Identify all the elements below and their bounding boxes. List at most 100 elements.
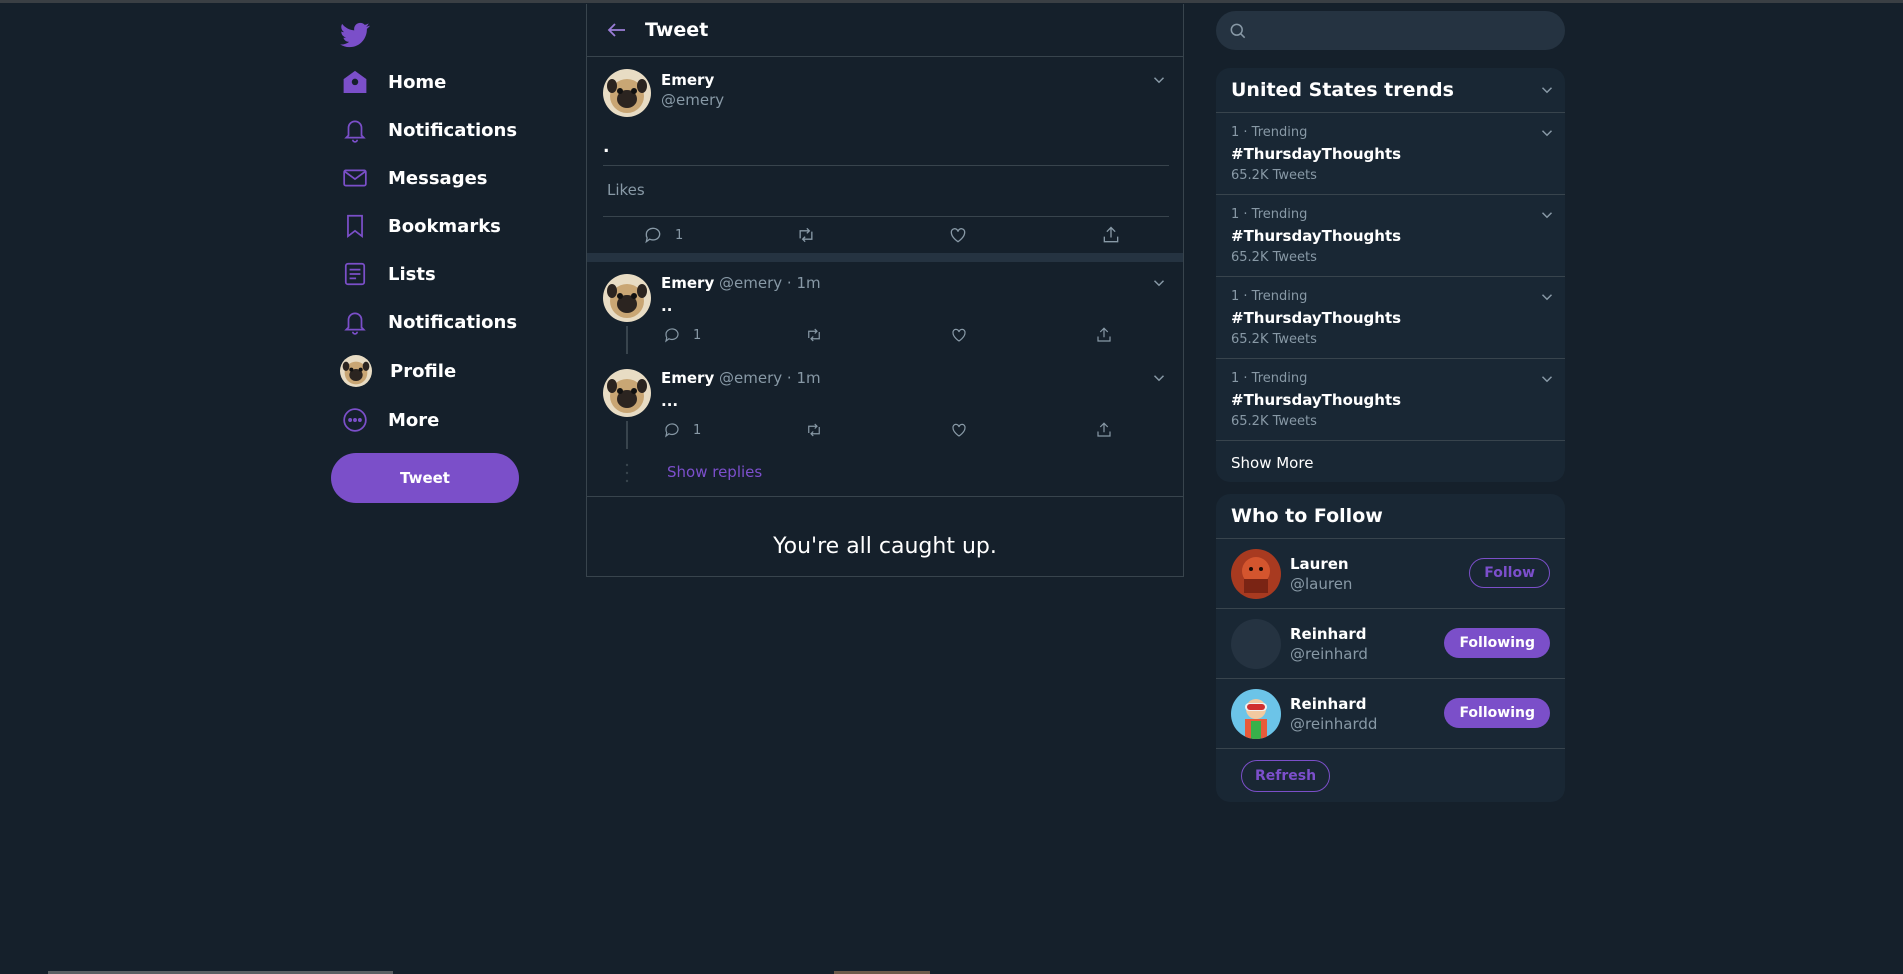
follow-user-handle: @reinhard	[1290, 645, 1368, 663]
chevron-down-icon[interactable]	[1150, 274, 1168, 292]
avatar[interactable]	[603, 69, 651, 117]
nav-lists-label: Lists	[388, 263, 436, 285]
retweet-button[interactable]	[796, 225, 816, 245]
meta-separator: ·	[786, 369, 792, 387]
nav-notifications[interactable]: Notifications	[340, 110, 517, 150]
thread-line	[626, 326, 628, 354]
nav-more[interactable]: More	[340, 400, 439, 440]
chevron-down-icon[interactable]	[1538, 81, 1556, 99]
trend-meta: 1 · Trending	[1231, 289, 1308, 304]
trends-title: United States trends	[1231, 79, 1454, 101]
reply-text: ...	[661, 392, 679, 410]
tweet-text: .	[603, 137, 610, 157]
meta-separator: ·	[786, 274, 792, 292]
share-icon	[1097, 327, 1111, 342]
show-more-link[interactable]: Show More	[1216, 441, 1565, 482]
envelope-icon	[340, 163, 370, 193]
trend-count: 65.2K Tweets	[1231, 414, 1317, 429]
like-button[interactable]	[948, 225, 968, 245]
follow-user-handle: @lauren	[1290, 575, 1353, 593]
share-button[interactable]	[1095, 326, 1113, 344]
tweet-author-name[interactable]: Emery	[661, 71, 714, 89]
reply-icon	[645, 227, 661, 244]
tweet-author-handle: @emery	[661, 91, 725, 109]
bird-icon[interactable]	[340, 20, 370, 50]
chevron-down-icon[interactable]	[1538, 124, 1556, 142]
trend-item[interactable]: 1 · Trending #ThursdayThoughts 65.2K Twe…	[1216, 277, 1565, 359]
nav-notifications-2-label: Notifications	[388, 311, 518, 333]
divider	[603, 165, 1169, 166]
trend-tag: #ThursdayThoughts	[1231, 309, 1402, 327]
who-to-follow-panel: Who to Follow Lauren @lauren Follow Rein…	[1216, 494, 1565, 802]
like-button[interactable]	[950, 326, 968, 344]
avatar	[340, 355, 372, 387]
chevron-down-icon[interactable]	[1150, 71, 1168, 89]
reply-button[interactable]: 1	[643, 225, 683, 245]
following-button[interactable]: Following	[1444, 698, 1550, 728]
avatar[interactable]	[1231, 549, 1281, 599]
divider	[587, 496, 1183, 497]
nav-home[interactable]: Home	[340, 62, 446, 102]
show-replies-link[interactable]: Show replies	[667, 463, 762, 481]
nav-profile[interactable]: Profile	[340, 351, 456, 391]
likes-label[interactable]: Likes	[607, 181, 645, 199]
like-button[interactable]	[950, 421, 968, 439]
trend-item[interactable]: 1 · Trending #ThursdayThoughts 65.2K Twe…	[1216, 113, 1565, 195]
trend-item[interactable]: 1 · Trending #ThursdayThoughts 65.2K Twe…	[1216, 359, 1565, 441]
bell-icon	[340, 115, 370, 145]
nav-messages[interactable]: Messages	[340, 158, 488, 198]
follow-suggestion[interactable]: Lauren @lauren Follow	[1216, 539, 1565, 609]
follow-suggestion[interactable]: Reinhard @reinhardd Following	[1216, 679, 1565, 749]
nav-lists[interactable]: Lists	[340, 254, 436, 294]
trend-item[interactable]: 1 · Trending #ThursdayThoughts 65.2K Twe…	[1216, 195, 1565, 277]
follow-user-handle: @reinhardd	[1290, 715, 1378, 733]
reply-count: 1	[693, 422, 702, 438]
section-separator	[587, 253, 1183, 262]
reply-button[interactable]: 1	[663, 326, 701, 344]
main-column: Tweet Emery @emery . Likes 1 Emery @emer…	[586, 4, 1184, 577]
trends-panel-header: United States trends	[1216, 68, 1565, 113]
who-to-follow-title: Who to Follow	[1216, 494, 1565, 539]
reply-author-name[interactable]: Emery	[661, 274, 714, 292]
nav-more-label: More	[388, 409, 440, 431]
chevron-down-icon[interactable]	[1538, 370, 1556, 388]
chevron-down-icon[interactable]	[1538, 288, 1556, 306]
heart-icon	[950, 228, 966, 243]
trend-count: 65.2K Tweets	[1231, 168, 1317, 183]
tweet-button[interactable]: Tweet	[331, 453, 519, 503]
trend-tag: #ThursdayThoughts	[1231, 391, 1402, 409]
follow-button[interactable]: Follow	[1469, 558, 1550, 588]
search-bar	[1216, 11, 1565, 50]
nav-notifications-2[interactable]: Notifications	[340, 302, 517, 342]
follow-user-name: Reinhard	[1290, 625, 1367, 643]
back-arrow-icon[interactable]	[605, 18, 629, 42]
share-button[interactable]	[1095, 421, 1113, 439]
following-button[interactable]: Following	[1444, 628, 1550, 658]
nav-profile-label: Profile	[390, 360, 457, 382]
chevron-down-icon[interactable]	[1538, 206, 1556, 224]
reply-button[interactable]: 1	[663, 421, 701, 439]
retweet-icon	[799, 227, 813, 243]
share-button[interactable]	[1101, 225, 1121, 245]
avatar[interactable]	[603, 369, 651, 417]
home-icon	[340, 67, 370, 97]
follow-suggestion[interactable]: Reinhard @reinhard Following	[1216, 609, 1565, 679]
search-input[interactable]	[1258, 20, 1552, 41]
heart-icon	[952, 423, 966, 437]
list-icon	[340, 259, 370, 289]
retweet-button[interactable]	[805, 421, 823, 439]
avatar[interactable]	[1231, 619, 1281, 669]
avatar[interactable]	[603, 274, 651, 322]
avatar[interactable]	[1231, 689, 1281, 739]
chevron-down-icon[interactable]	[1150, 369, 1168, 387]
refresh-button[interactable]: Refresh	[1241, 760, 1331, 792]
more-icon	[340, 405, 370, 435]
nav-bookmarks[interactable]: Bookmarks	[340, 206, 501, 246]
reply-author-name[interactable]: Emery	[661, 369, 714, 387]
retweet-button[interactable]	[805, 326, 823, 344]
trends-panel: United States trends 1 · Trending #Thurs…	[1216, 68, 1565, 482]
trend-tag: #ThursdayThoughts	[1231, 227, 1402, 245]
follow-user-name: Lauren	[1290, 555, 1349, 573]
nav-messages-label: Messages	[388, 167, 488, 189]
thread-dots	[625, 462, 629, 484]
